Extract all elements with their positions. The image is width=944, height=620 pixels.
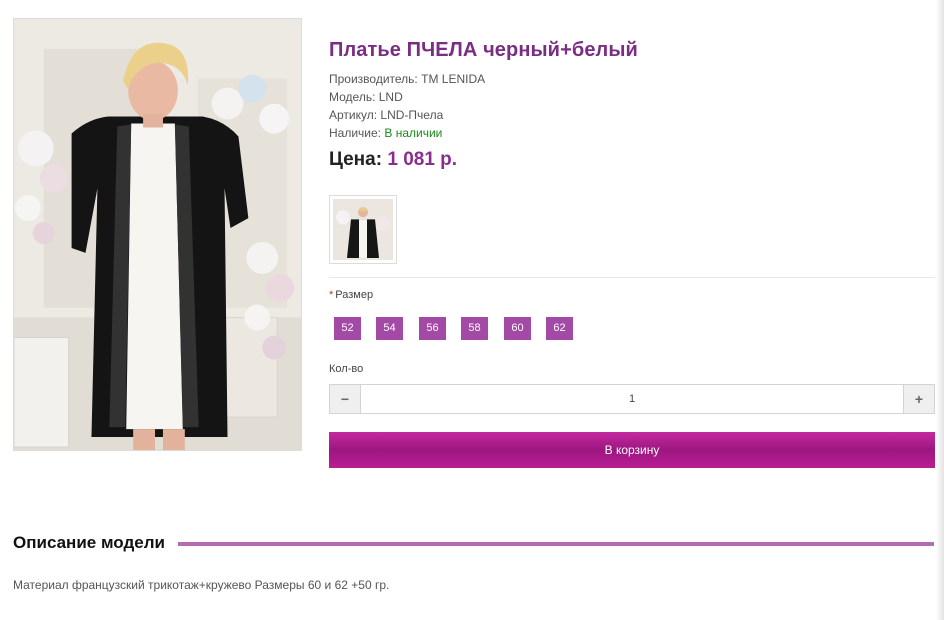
product-main-image[interactable] <box>13 18 302 451</box>
quantity-decrease-button[interactable]: − <box>330 385 361 413</box>
product-title: Платье ПЧЕЛА черный+белый <box>329 39 638 61</box>
manufacturer-value[interactable]: TM LENIDA <box>421 72 485 86</box>
availability-label: Наличие: <box>329 126 382 140</box>
required-mark: * <box>329 289 334 301</box>
size-label-text: Размер <box>335 289 374 301</box>
model-row: Модель: LND <box>329 90 403 104</box>
size-option-58[interactable]: 58 <box>461 317 488 340</box>
add-to-cart-button[interactable]: В корзину <box>329 432 935 468</box>
size-option-56[interactable]: 56 <box>419 317 446 340</box>
model-value: LND <box>378 90 403 104</box>
availability-value: В наличии <box>384 126 443 140</box>
manufacturer-row: Производитель: TM LENIDA <box>329 72 485 86</box>
page-edge-shadow <box>936 0 944 620</box>
description-heading: Описание модели <box>13 533 173 553</box>
availability-row: Наличие: В наличии <box>329 126 442 140</box>
size-option-62[interactable]: 62 <box>546 317 573 340</box>
size-option-60[interactable]: 60 <box>504 317 531 340</box>
size-label: * Размер <box>329 289 373 301</box>
divider <box>329 277 935 278</box>
price-value: 1 081 р. <box>387 149 458 170</box>
section-divider-line <box>178 542 934 546</box>
sku-value: LND-Пчела <box>380 108 444 122</box>
size-option-54[interactable]: 54 <box>376 317 403 340</box>
sku-row: Артикул: LND-Пчела <box>329 108 443 122</box>
price: Цена: 1 081 р. <box>329 149 457 171</box>
model-label: Модель: <box>329 90 376 104</box>
sku-label: Артикул: <box>329 108 378 122</box>
quantity-label: Кол-во <box>329 363 364 375</box>
quantity-stepper: − 1 + <box>329 384 935 414</box>
manufacturer-label: Производитель: <box>329 72 418 86</box>
size-option-52[interactable]: 52 <box>334 317 361 340</box>
quantity-increase-button[interactable]: + <box>903 385 934 413</box>
product-thumbnail[interactable] <box>329 195 397 264</box>
quantity-input[interactable]: 1 <box>361 385 903 413</box>
description-text: Материал французский трикотаж+кружево Ра… <box>13 578 390 592</box>
price-label: Цена: <box>329 149 383 170</box>
